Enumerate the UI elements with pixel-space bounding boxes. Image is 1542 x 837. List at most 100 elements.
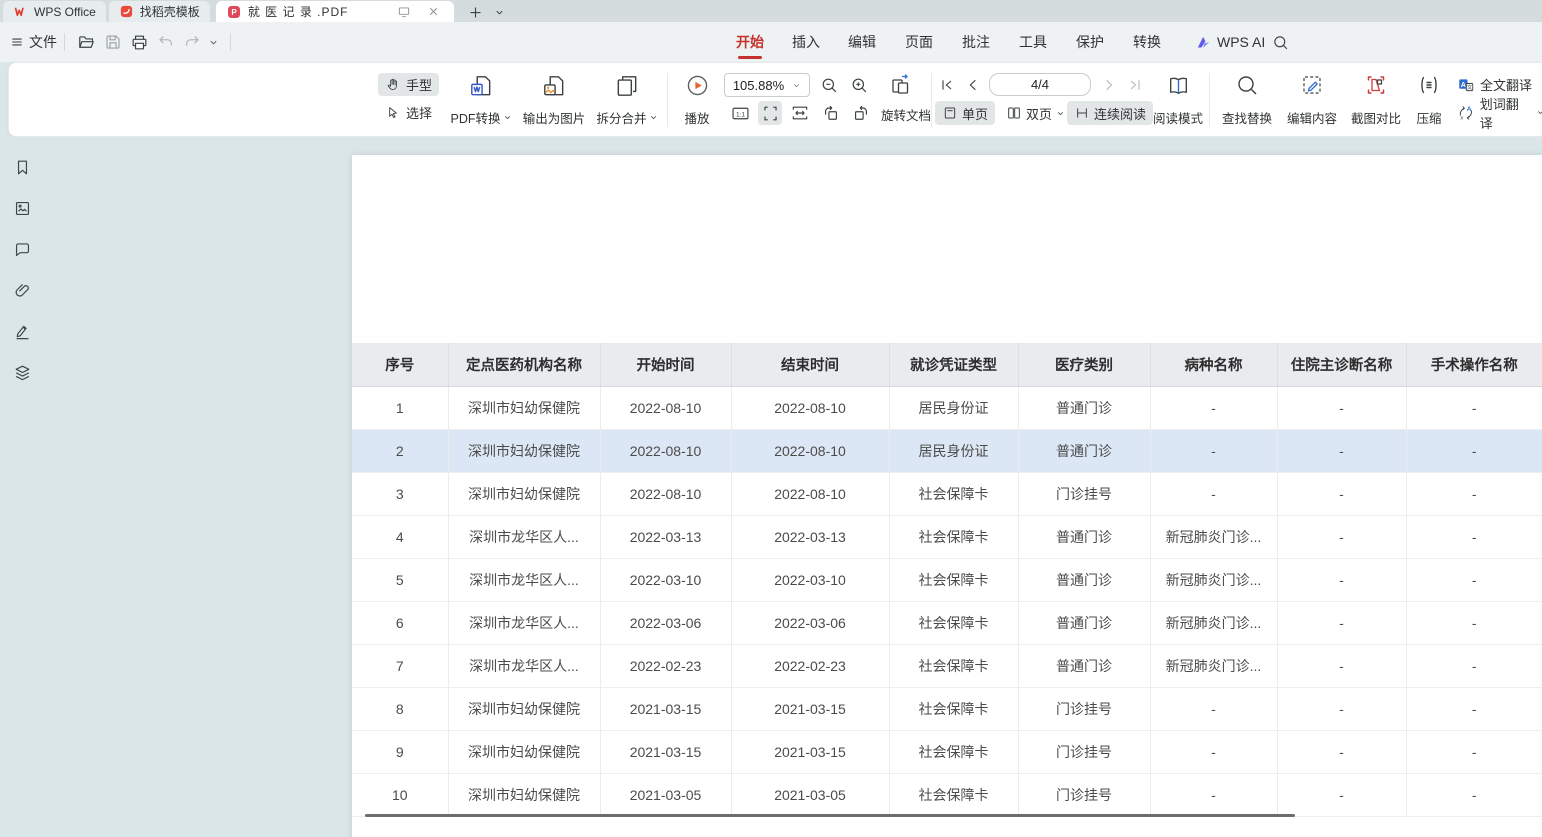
menu-edit[interactable]: 编辑 [848,22,876,62]
save-button[interactable] [104,22,122,62]
table-row[interactable]: 1 深圳市妇幼保健院 2022-08-10 2022-08-10 居民身份证 普… [352,386,1542,429]
open-file-button[interactable] [77,22,96,62]
layers-panel-button[interactable] [12,362,33,383]
undo-history-chevron-icon[interactable] [208,22,219,62]
zoom-out-button[interactable] [817,73,841,97]
actual-size-button[interactable]: 1:1 [728,101,752,125]
table-row[interactable]: 2 深圳市妇幼保健院 2022-08-10 2022-08-10 居民身份证 普… [352,429,1542,472]
cell-medical-category: 普通门诊 [1018,558,1150,601]
comment-panel-button[interactable] [12,239,33,260]
file-menu[interactable]: 文件 [10,22,57,62]
menu-tools[interactable]: 工具 [1019,22,1047,62]
continuous-read-button[interactable]: 连续阅读 [1067,101,1153,125]
replace-page-icon [889,73,913,97]
close-tab-icon[interactable] [424,2,444,22]
table-row[interactable]: 8 深圳市妇幼保健院 2021-03-15 2021-03-15 社会保障卡 门… [352,687,1542,730]
previous-page-button[interactable] [961,73,985,97]
table-row[interactable]: 10 深圳市妇幼保健院 2021-03-05 2021-03-05 社会保障卡 … [352,773,1542,816]
cell-medical-category: 普通门诊 [1018,601,1150,644]
last-page-button[interactable] [1123,73,1147,97]
tab-docer-templates[interactable]: 找稻壳模板 [109,1,210,22]
cell-disease-name: 新冠肺炎门诊... [1150,601,1277,644]
cell-index: 6 [352,601,448,644]
table-row[interactable]: 3 深圳市妇幼保健院 2022-08-10 2022-08-10 社会保障卡 门… [352,472,1542,515]
table-row[interactable]: 7 深圳市龙华区人... 2022-02-23 2022-02-23 社会保障卡… [352,644,1542,687]
divider [64,33,65,51]
cell-end-date: 2022-03-06 [731,601,889,644]
table-row[interactable]: 5 深圳市龙华区人... 2022-03-10 2022-03-10 社会保障卡… [352,558,1542,601]
print-button[interactable] [130,22,149,62]
divider [230,33,231,51]
export-image-button[interactable]: 输出为图片 [517,71,591,129]
word-translate-button[interactable]: Ax 划词翻译 [1455,101,1542,124]
cell-end-date: 2021-03-15 [731,730,889,773]
new-tab-button[interactable] [466,2,486,22]
pdf-page[interactable]: 序号定点医药机构名称开始时间结束时间就诊凭证类型医疗类别病种名称住院主诊断名称手… [352,155,1542,837]
screenshot-compare-button[interactable]: 截图对比 [1345,71,1407,129]
ribbon-toolbar: 手型 选择 PDF转换 输出为图片 拆分合并 播放 105.88% [8,62,1542,137]
zoom-in-button[interactable] [847,73,871,97]
table-row[interactable]: 9 深圳市妇幼保健院 2021-03-15 2021-03-15 社会保障卡 门… [352,730,1542,773]
table-row[interactable]: 4 深圳市龙华区人... 2022-03-13 2022-03-13 社会保障卡… [352,515,1542,558]
screen-share-icon[interactable] [394,2,414,22]
menu-search-button[interactable] [1272,22,1289,62]
cell-medical-category: 普通门诊 [1018,644,1150,687]
svg-text:A: A [1467,106,1472,113]
compress-button[interactable]: 压缩 [1407,71,1451,129]
read-mode-button[interactable]: 阅读模式 [1149,71,1207,129]
cell-disease-name: - [1150,687,1277,730]
thumbnail-panel-button[interactable] [12,198,33,219]
menu-wps-ai[interactable]: WPS AI [1195,22,1265,62]
table-header-cell: 定点医药机构名称 [448,343,600,386]
svg-text:P: P [231,8,237,17]
table-header-cell: 病种名称 [1150,343,1277,386]
menu-page[interactable]: 页面 [905,22,933,62]
undo-button[interactable] [157,22,175,62]
select-tool-button[interactable]: 选择 [378,101,439,124]
table-row[interactable]: 6 深圳市龙华区人... 2022-03-06 2022-03-06 社会保障卡… [352,601,1542,644]
redo-icon [183,33,201,51]
tab-wps-office[interactable]: WPS Office [3,1,106,22]
split-merge-button[interactable]: 拆分合并 [593,71,661,129]
cell-diagnosis-name: - [1277,644,1406,687]
menu-comment[interactable]: 批注 [962,22,990,62]
tab-bar: WPS Office 找稻壳模板 P 就 医 记 录 .PDF [0,0,1542,22]
cell-medical-category: 普通门诊 [1018,386,1150,429]
rotate-doc-label[interactable]: 旋转文档 [881,105,931,124]
hand-tool-button[interactable]: 手型 [378,73,439,96]
edit-content-button[interactable]: 编辑内容 [1281,71,1343,129]
play-button[interactable]: 播放 [675,71,719,129]
page-indicator-box[interactable]: 4/4 [989,73,1091,96]
rotate-left-button[interactable] [819,101,843,125]
undo-icon [157,33,175,51]
replace-page-button[interactable] [887,71,915,99]
cell-operation-name: - [1406,558,1542,601]
next-page-button[interactable] [1097,73,1121,97]
menu-insert[interactable]: 插入 [792,22,820,62]
signature-panel-button[interactable] [12,321,33,342]
zoom-level-combo[interactable]: 105.88% [724,73,810,97]
first-page-button[interactable] [935,73,959,97]
pdf-convert-icon [468,73,494,99]
tab-list-chevron-icon[interactable] [490,2,510,22]
attachment-panel-button[interactable] [12,280,33,301]
fit-width-button[interactable] [788,101,812,125]
bookmark-panel-button[interactable] [12,157,33,178]
rotate-right-button[interactable] [849,101,873,125]
pdf-convert-button[interactable]: PDF转换 [447,71,515,129]
menu-home[interactable]: 开始 [736,22,764,62]
double-page-button[interactable]: 双页 [999,101,1072,125]
menu-protect[interactable]: 保护 [1076,22,1104,62]
cell-start-date: 2022-08-10 [600,472,731,515]
horizontal-scrollbar[interactable] [365,814,1295,817]
play-icon [685,73,710,98]
single-page-button[interactable]: 单页 [935,101,995,125]
pdf-file-icon: P [226,4,242,20]
tab-document-active[interactable]: P 就 医 记 录 .PDF [216,1,454,22]
fit-page-button[interactable] [758,101,782,125]
menu-convert[interactable]: 转换 [1133,22,1161,62]
find-replace-button[interactable]: 查找替换 [1217,71,1277,129]
redo-button[interactable] [183,22,201,62]
double-page-icon [1006,105,1022,121]
cell-credential-type: 社会保障卡 [889,644,1018,687]
